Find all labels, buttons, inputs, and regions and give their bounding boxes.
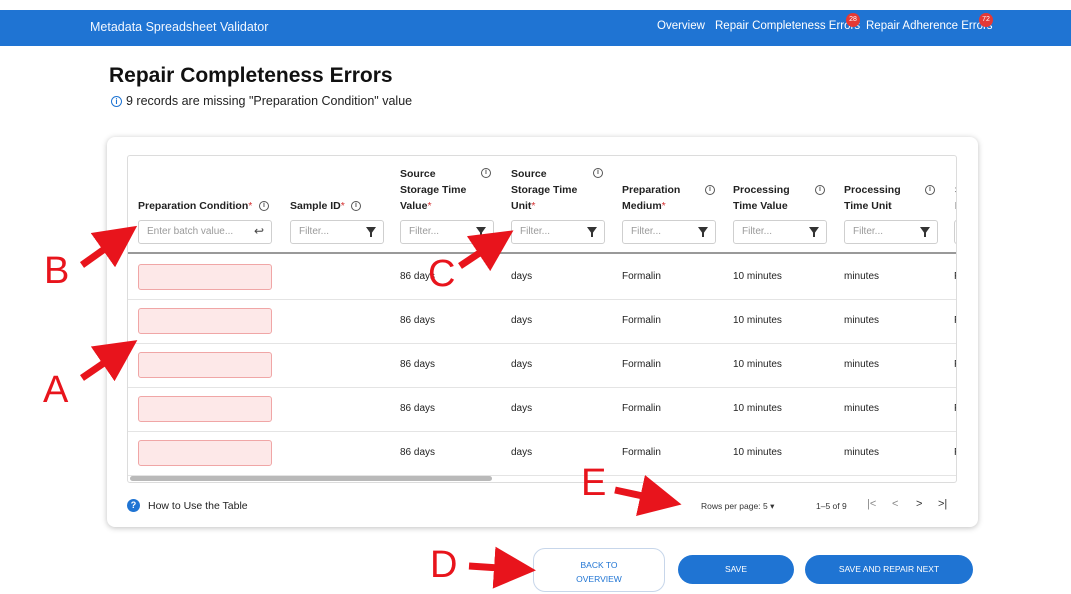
arrow-e xyxy=(614,475,682,517)
arrow-b xyxy=(79,225,138,268)
page: Metadata Spreadsheet Validator Overview … xyxy=(0,0,1071,594)
annotation-arrows xyxy=(79,225,682,589)
arrow-a xyxy=(80,340,138,382)
arrow-c xyxy=(458,230,514,272)
annotation-label-c: C xyxy=(428,253,456,295)
annotation-label-d: D xyxy=(430,544,458,586)
annotation-label-b: B xyxy=(44,250,70,292)
annotation-label-a: A xyxy=(43,369,69,411)
arrow-d xyxy=(468,546,536,589)
annotation-label-e: E xyxy=(581,462,607,504)
